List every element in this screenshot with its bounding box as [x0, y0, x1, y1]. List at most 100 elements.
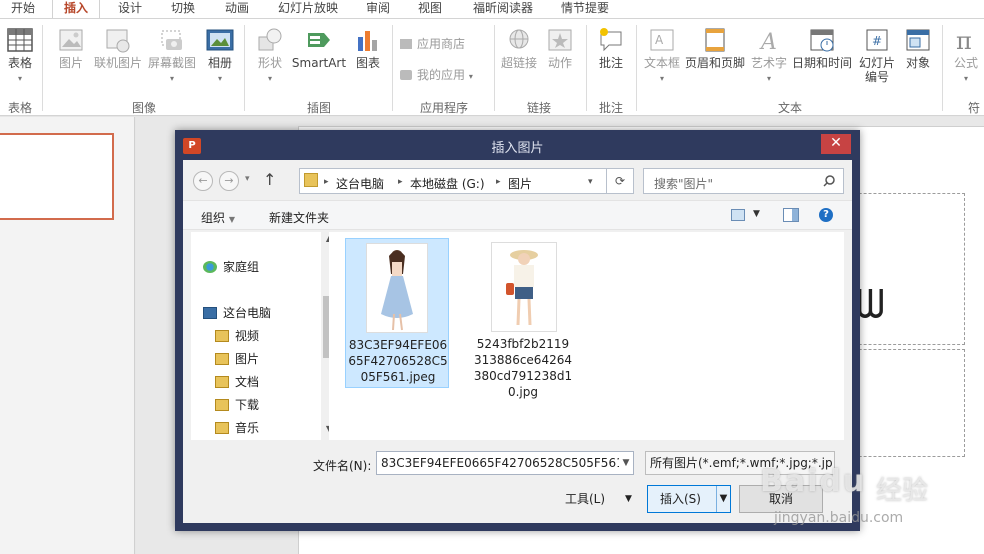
close-button[interactable]: ✕	[821, 134, 851, 154]
forward-button[interactable]: →	[219, 171, 239, 191]
tab-transitions[interactable]: 切换	[160, 0, 206, 18]
watermark-cn: 经验	[876, 476, 929, 506]
ribbon: 表格 ▾ 表格 图片 联机图片 屏幕截图 ▾ 相册 ▾ 图像 形状 ▾ SmartArt…	[0, 18, 984, 116]
nav-item-pictures[interactable]: 图片	[215, 350, 259, 367]
textbox-button[interactable]: A 文本框 ▾	[640, 27, 684, 86]
tab-storyboard[interactable]: 情节提要	[554, 0, 616, 18]
pi-icon: π	[956, 27, 972, 53]
tab-animations[interactable]: 动画	[214, 0, 260, 18]
picture-label: 图片	[58, 56, 83, 70]
comment-button[interactable]: 批注	[592, 27, 630, 70]
back-button[interactable]: ←	[193, 171, 213, 191]
filename-input[interactable]: 83C3EF94EFE0665F42706528C505F561.jpeg	[376, 451, 634, 475]
group-label-table: 表格	[7, 101, 32, 115]
file-name-line: 05F561.jpeg	[360, 370, 436, 384]
album-button[interactable]: 相册 ▾	[200, 27, 240, 86]
object-button[interactable]: 对象	[900, 27, 936, 70]
breadcrumb-separator-icon: ▸	[496, 177, 501, 187]
file-item-selected[interactable]: 83C3EF94EFE06 65F42706528C5 05F561.jpeg	[345, 238, 449, 388]
group-label-symbols: 符	[967, 101, 980, 115]
tab-insert[interactable]: 插入	[52, 0, 100, 19]
file-item[interactable]: 5243fbf2b2119 313886ce64264 380cd791238d…	[471, 238, 575, 408]
nav-item-music[interactable]: 音乐	[215, 419, 259, 436]
preview-pane-icon[interactable]	[783, 208, 799, 222]
wordart-icon: A	[759, 30, 777, 53]
divider	[392, 25, 393, 111]
tab-review[interactable]: 审阅	[356, 0, 400, 18]
star-action-icon	[548, 29, 572, 51]
nav-item-homegroup[interactable]: 家庭组	[203, 258, 259, 275]
shapes-icon	[258, 28, 282, 51]
insert-label: 插入(S)	[660, 492, 701, 506]
shapes-button[interactable]: 形状 ▾	[252, 27, 288, 86]
equation-button[interactable]: π 公式 ▾	[948, 27, 984, 86]
nav-item-downloads[interactable]: 下载	[215, 396, 259, 413]
breadcrumb-pictures[interactable]: 图片	[508, 175, 532, 192]
file-thumbnail	[366, 243, 428, 333]
search-icon	[823, 175, 835, 187]
help-icon[interactable]: ?	[819, 208, 833, 222]
search-input[interactable]: 搜索"图片"	[643, 168, 844, 194]
file-list: 83C3EF94EFE06 65F42706528C5 05F561.jpeg	[329, 232, 844, 440]
svg-text:#: #	[872, 34, 882, 48]
tools-dropdown-icon: ▼	[625, 494, 632, 504]
nav-item-documents[interactable]: 文档	[215, 373, 259, 390]
tab-slideshow[interactable]: 幻灯片放映	[268, 0, 348, 18]
dialog-toolbar: 组织 ▼ 新建文件夹 ▼ ?	[183, 200, 852, 230]
tab-home[interactable]: 开始	[0, 0, 46, 18]
computer-icon	[203, 307, 217, 319]
svg-text:A: A	[655, 33, 664, 47]
chart-button[interactable]: 图表	[350, 27, 386, 70]
up-arrow-icon[interactable]: ↑	[263, 170, 276, 189]
file-name-line: 83C3EF94EFE06	[348, 338, 448, 352]
online-picture-button[interactable]: 联机图片	[92, 27, 144, 70]
downloads-folder-icon	[215, 399, 229, 411]
hyperlink-button[interactable]: 超链接	[498, 27, 540, 70]
dialog-titlebar[interactable]: P 插入图片 ✕	[175, 130, 860, 160]
table-button[interactable]: 表格 ▾	[2, 27, 38, 86]
pictures-label: 图片	[235, 352, 260, 366]
nav-item-videos[interactable]: 视频	[215, 327, 259, 344]
tab-foxit[interactable]: 福昕阅读器	[460, 0, 546, 18]
app-store-button[interactable]: 应用商店	[400, 37, 465, 51]
insert-button[interactable]: 插入(S) ▼	[647, 485, 731, 513]
header-footer-button[interactable]: 页眉和页脚	[684, 27, 746, 70]
slide-thumbnail[interactable]	[0, 133, 114, 220]
filename-dropdown-icon[interactable]: ▼	[619, 452, 633, 474]
action-button[interactable]: 动作	[542, 27, 578, 70]
datetime-button[interactable]: 日期和时间	[790, 27, 854, 70]
breadcrumb[interactable]: ▸ 这台电脑 ▸ 本地磁盘 (G:) ▸ 图片 ▾	[299, 168, 634, 194]
new-folder-button[interactable]: 新建文件夹	[269, 209, 329, 226]
object-icon	[906, 29, 930, 51]
tab-view[interactable]: 视图	[408, 0, 452, 18]
woman-dress-photo-icon	[381, 250, 413, 331]
wordart-button[interactable]: A 艺术字 ▾	[748, 27, 790, 86]
breadcrumb-this-pc[interactable]: 这台电脑	[336, 175, 384, 192]
breadcrumb-dropdown-icon[interactable]: ▾	[588, 177, 593, 187]
smartart-label: SmartArt	[291, 56, 347, 70]
breadcrumb-drive[interactable]: 本地磁盘 (G:)	[410, 175, 485, 192]
smartart-button[interactable]: SmartArt	[290, 27, 348, 70]
homegroup-icon	[203, 261, 217, 273]
online-picture-icon	[106, 29, 130, 53]
insert-dropdown-icon[interactable]: ▼	[716, 486, 730, 512]
my-apps-button[interactable]: 我的应用 ▾	[400, 68, 473, 84]
address-bar: ← → ▾ ↑ ▸ 这台电脑 ▸ 本地磁盘 (G:) ▸ 图片 ▾ ⟳ 搜索"图…	[191, 168, 846, 194]
screenshot-button[interactable]: 屏幕截图 ▾	[146, 27, 198, 86]
organize-button[interactable]: 组织 ▼	[201, 209, 235, 226]
this-pc-label: 这台电脑	[223, 306, 272, 320]
slide-number-button[interactable]: # 幻灯片 编号	[856, 27, 898, 84]
tools-button[interactable]: 工具(L) ▼	[565, 487, 637, 511]
tab-design[interactable]: 设计	[108, 0, 152, 18]
breadcrumb-separator-icon: ▸	[324, 177, 329, 187]
view-icon[interactable]	[731, 209, 745, 221]
nav-item-this-pc[interactable]: 这台电脑	[203, 304, 271, 321]
recent-locations-chevron-icon[interactable]: ▾	[245, 174, 250, 184]
divider	[42, 25, 43, 111]
action-label: 动作	[547, 56, 572, 70]
refresh-button[interactable]: ⟳	[606, 168, 634, 194]
store-icon	[400, 39, 412, 49]
view-dropdown-icon[interactable]: ▼	[753, 209, 760, 219]
header-footer-label: 页眉和页脚	[684, 56, 745, 70]
picture-button[interactable]: 图片	[52, 27, 90, 70]
